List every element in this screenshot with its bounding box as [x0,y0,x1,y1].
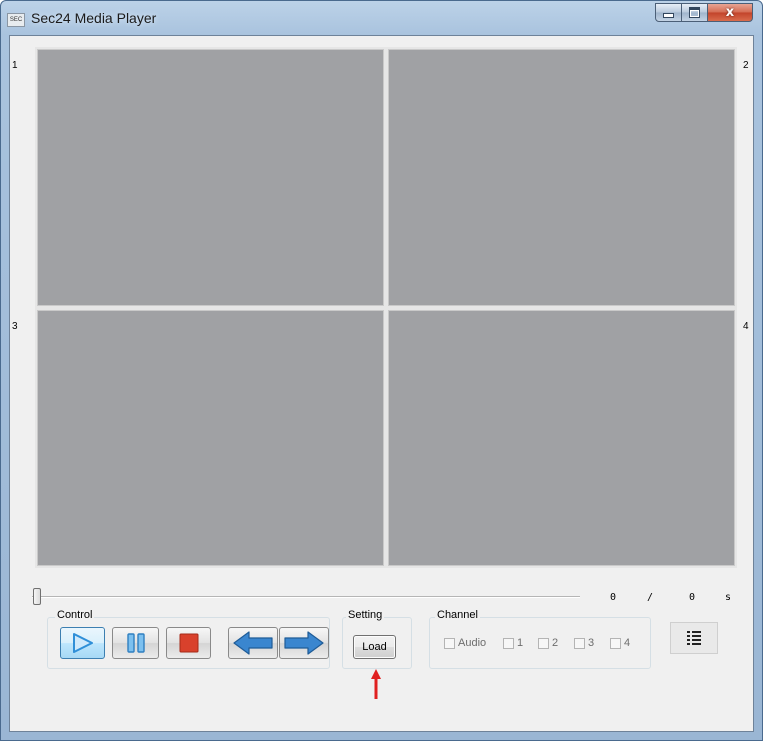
total-time: 0 [689,592,696,603]
next-arrow-icon [284,631,324,655]
close-icon: x [725,5,735,20]
checkbox-label: 2 [552,637,559,649]
checkbox-box[interactable] [574,637,585,649]
checkbox-label: 1 [517,637,524,649]
checkbox-label: 4 [624,637,631,649]
channel-2-checkbox[interactable]: 2 [538,637,558,649]
media-player-window: SEC Sec24 Media Player x 1 2 3 4 0 / 0 s… [0,0,763,741]
maximize-icon [689,7,700,18]
channel-4-checkbox[interactable]: 4 [610,637,630,649]
timeline-slider-track[interactable] [32,596,580,598]
close-button[interactable]: x [707,3,753,22]
video-panel-1[interactable] [35,47,386,308]
play-button[interactable] [60,627,105,659]
video-panel-4[interactable] [386,308,737,568]
channel-group-label: Channel [435,609,480,621]
control-group-label: Control [55,609,95,621]
pause-button[interactable] [112,627,159,659]
timeline-slider-thumb[interactable] [33,588,41,605]
time-unit: s [725,592,732,603]
panel-label-3: 3 [12,321,18,332]
minimize-icon [663,13,674,18]
video-panel-3[interactable] [35,308,386,568]
next-button[interactable] [279,627,329,659]
app-icon: SEC [7,13,25,27]
checkbox-box[interactable] [444,637,455,649]
play-icon [72,633,93,653]
checkbox-box[interactable] [610,637,621,649]
load-button[interactable]: Load [353,635,396,659]
minimize-button[interactable] [655,3,682,22]
channel-1-checkbox[interactable]: 1 [503,637,523,649]
stop-button[interactable] [166,627,211,659]
annotation-arrow-icon [371,669,381,699]
current-time: 0 [610,592,617,603]
panel-label-4: 4 [743,321,749,332]
pause-icon [126,633,145,653]
client-area: 1 2 3 4 0 / 0 s Control Setting Load Cha… [9,35,754,732]
checkbox-label: 3 [588,637,595,649]
channel-audio-checkbox[interactable]: Audio [444,637,486,649]
window-title: Sec24 Media Player [31,10,157,26]
previous-button[interactable] [228,627,278,659]
list-icon [687,631,701,645]
previous-arrow-icon [233,631,273,655]
maximize-button[interactable] [681,3,708,22]
title-bar[interactable]: SEC Sec24 Media Player x [1,1,762,35]
playlist-button[interactable] [670,622,718,654]
panel-label-2: 2 [743,60,749,71]
video-panel-2[interactable] [386,47,737,308]
stop-icon [179,633,198,653]
time-separator: / [647,592,654,603]
checkbox-box[interactable] [503,637,514,649]
checkbox-label: Audio [458,637,487,649]
panel-label-1: 1 [12,60,18,71]
setting-group-label: Setting [346,609,385,621]
channel-3-checkbox[interactable]: 3 [574,637,594,649]
checkbox-box[interactable] [538,637,549,649]
